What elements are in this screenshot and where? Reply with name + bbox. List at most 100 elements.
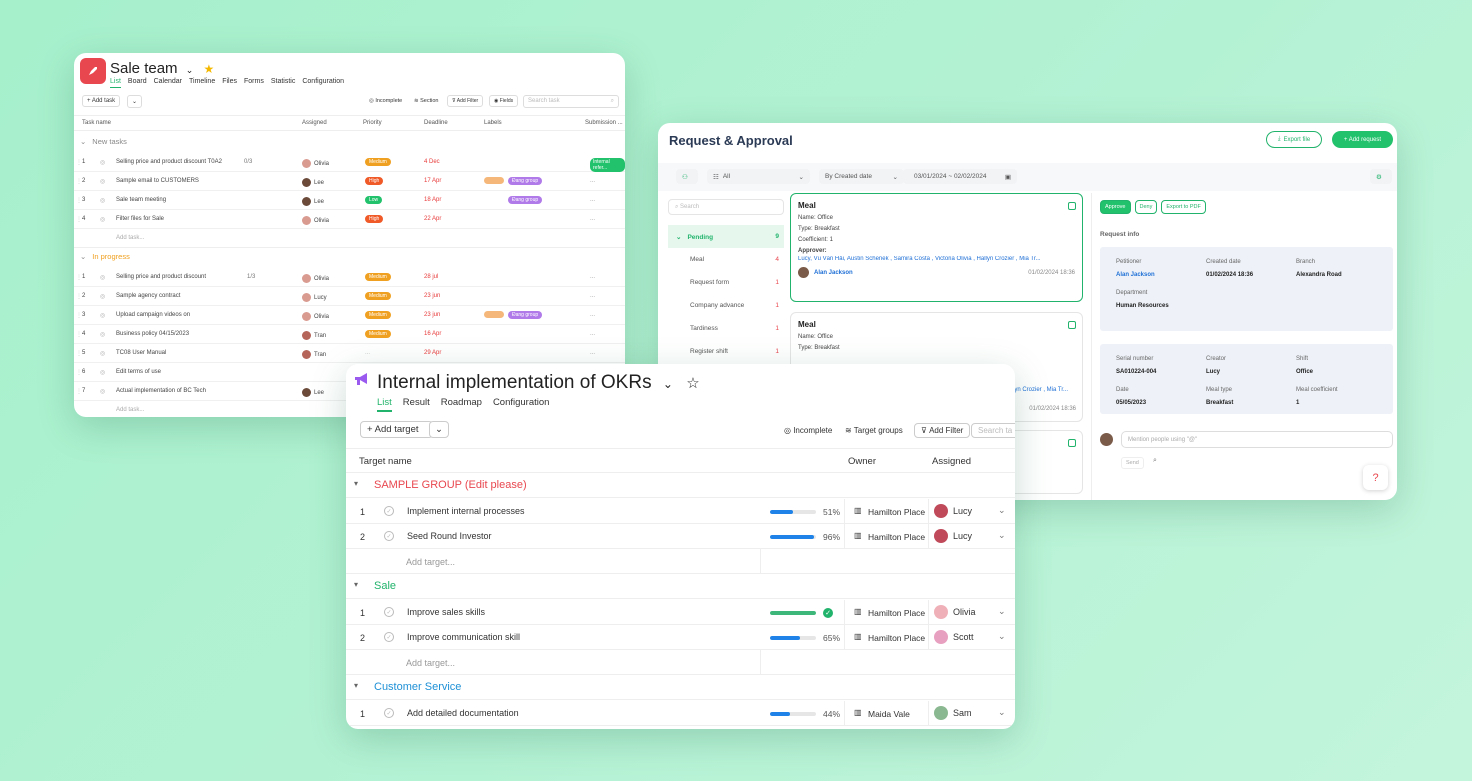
add-target-link[interactable]: Add target... [406, 658, 455, 668]
comment-input[interactable]: Mention people using "@" [1121, 431, 1393, 448]
task-status-icon[interactable]: ◎ [100, 197, 105, 204]
add-target-link[interactable]: Add target... [406, 557, 455, 567]
task-status-icon[interactable]: ◎ [100, 293, 105, 300]
priority-badge[interactable]: High [365, 177, 384, 185]
deadline[interactable]: 22 Apr [424, 216, 441, 222]
submission[interactable]: ... [590, 331, 595, 337]
table-row[interactable]: ⋮ 1 ◎ Selling price and product discount T0… [74, 153, 625, 172]
sidebar-item-pending[interactable]: ⌄ Pending 9 [668, 225, 784, 248]
assignee-name[interactable]: Olivia [953, 607, 976, 617]
search-input[interactable]: ⌕ Search [668, 199, 784, 215]
task-status-icon[interactable]: ◎ [100, 159, 105, 166]
incomplete-filter[interactable]: ◎ Incomplete [369, 98, 402, 104]
table-row[interactable]: ⋮ 5 ◎ TC08 User Manual Tran... 29 Apr... [74, 344, 625, 363]
request-card[interactable]: Meal Name: Office Type: Breakfast Coeffi… [790, 193, 1083, 302]
table-row[interactable]: ⋮ 4 ◎ Business policy 04/15/2023 Tran Medium 1… [74, 325, 625, 344]
col-target-name[interactable]: Target name [359, 456, 412, 467]
assignee[interactable]: Lee [302, 388, 324, 397]
add-task-button[interactable]: + Add task [82, 95, 121, 107]
add-filter-button[interactable]: ⊽ Add Filter [914, 423, 971, 438]
sidebar-item-tardiness[interactable]: Tardiness 1 [668, 317, 784, 340]
add-filter-button[interactable]: ⊽ Add Filter [447, 95, 484, 107]
task-name[interactable]: Selling price and product discount [116, 274, 206, 280]
assignee-name[interactable]: Sam [953, 708, 972, 718]
deadline[interactable]: 23 jun [424, 293, 440, 299]
deadline[interactable]: 28 jul [424, 274, 438, 280]
priority-badge[interactable]: Medium [365, 330, 391, 338]
col-deadline[interactable]: Deadline [424, 120, 448, 126]
date-range-picker[interactable]: 03/01/2024 ~ 02/02/2024 ▣ [903, 169, 1017, 184]
owner-name[interactable]: Hamilton Place [868, 633, 926, 643]
owner-name[interactable]: Hamilton Place [868, 532, 926, 542]
assignee[interactable]: Lucy [302, 293, 327, 302]
task-name[interactable]: Filter files for Sale [116, 216, 164, 222]
add-task-row[interactable]: Add task... [74, 229, 625, 248]
tab-result[interactable]: Result [403, 397, 430, 412]
assignee[interactable]: Tran [302, 350, 326, 359]
assignee-name[interactable]: Lucy [953, 506, 972, 516]
tab-list[interactable]: List [110, 78, 121, 88]
table-row[interactable]: 1 ✓ Improve sales skills ✓ ▥ Hamilton Place Ol… [346, 600, 1015, 625]
attachment-icon[interactable]: ⌕ [1153, 457, 1157, 465]
table-row[interactable]: ⋮ 1 ◎ Selling price and product discount 1/3… [74, 268, 625, 287]
check-circle-icon[interactable]: ✓ [384, 708, 394, 718]
add-target-row[interactable]: Add target... [346, 650, 1015, 675]
sort-select[interactable]: By Created date ⌄ [819, 169, 904, 184]
sidebar-item-register-shift[interactable]: Register shift 1 [668, 340, 784, 363]
deadline[interactable]: 23 jun [424, 312, 440, 318]
owner-name[interactable]: Hamilton Place [868, 507, 926, 517]
sidebar-item-company-advance[interactable]: Company advance 1 [668, 294, 784, 317]
task-name[interactable]: TC08 User Manual [116, 350, 166, 356]
table-row[interactable]: 1 ✓ Implement internal processes 51% ▥ Hamilt… [346, 499, 1015, 524]
deadline[interactable]: 18 Apr [424, 197, 441, 203]
assignee[interactable]: Olivia [302, 159, 329, 168]
label-badge[interactable]: Đang group [508, 196, 543, 204]
assignee[interactable]: Olivia [302, 216, 329, 225]
tab-roadmap[interactable]: Roadmap [441, 397, 482, 412]
label-badge[interactable]: Đang group [508, 177, 543, 185]
task-status-icon[interactable]: ◎ [100, 331, 105, 338]
col-assigned[interactable]: Assigned [932, 456, 971, 467]
assignee[interactable]: Olivia [302, 312, 329, 321]
tab-configuration[interactable]: Configuration [302, 78, 344, 88]
task-name[interactable]: Sample agency contract [116, 293, 180, 299]
submission[interactable]: ... [590, 274, 595, 280]
deadline[interactable]: 17 Apr [424, 178, 441, 184]
task-status-icon[interactable]: ◎ [100, 369, 105, 376]
add-target-dropdown[interactable]: ⌄ [429, 421, 449, 438]
tab-configuration[interactable]: Configuration [493, 397, 550, 412]
assignee-name[interactable]: Scott [953, 632, 974, 642]
petitioner-value[interactable]: Alan Jackson [1116, 272, 1155, 278]
label-badge-small[interactable] [484, 311, 504, 318]
col-task-name[interactable]: Task name [82, 120, 111, 126]
chevron-down-icon[interactable]: ⌄ [663, 377, 673, 391]
submission[interactable]: ... [590, 178, 595, 184]
export-file-button[interactable]: ⤓ Export file [1266, 131, 1322, 148]
add-task-link[interactable]: Add task... [116, 407, 144, 413]
task-name[interactable]: Edit terms of use [116, 369, 161, 375]
section-button[interactable]: ≋ Section [414, 98, 439, 104]
submission[interactable]: ... [590, 293, 595, 299]
task-status-icon[interactable]: ◎ [100, 178, 105, 185]
search-target-input[interactable]: Search ta [971, 423, 1015, 438]
checkbox[interactable] [1068, 202, 1076, 210]
incomplete-filter[interactable]: ◎ Incomplete [784, 426, 832, 435]
table-row[interactable]: ⋮ 3 ◎ Upload campaign videos on Olivia Medium… [74, 306, 625, 325]
task-name[interactable]: Business policy 04/15/2023 [116, 331, 189, 337]
table-row[interactable]: 2 ✓ Seed Round Investor 96% ▥ Hamilton Place L… [346, 524, 1015, 549]
label-badge[interactable]: Đang group [508, 311, 543, 319]
users-filter-icon[interactable]: ⚇ [676, 169, 698, 184]
task-name[interactable]: Selling price and product discount T0A2 [116, 159, 222, 165]
check-circle-icon[interactable]: ✓ [384, 632, 394, 642]
chevron-down-icon[interactable]: ⌄ [998, 530, 1006, 541]
add-task-dropdown[interactable]: ⌄ [127, 95, 143, 108]
card-user[interactable]: Alan Jackson [814, 270, 853, 276]
settings-icon[interactable]: ⚙ [1370, 169, 1392, 184]
check-circle-icon[interactable]: ✓ [384, 506, 394, 516]
table-row[interactable]: ⋮ 4 ◎ Filter files for Sale Olivia High 22 Apr… [74, 210, 625, 229]
send-button[interactable]: Send [1121, 457, 1144, 469]
owner-name[interactable]: Hamilton Place [868, 608, 926, 618]
add-request-button[interactable]: + Add request [1332, 131, 1393, 148]
table-row[interactable]: 2 ✓ Improve communication skill 65% ▥ Hamilto… [346, 625, 1015, 650]
chevron-down-icon[interactable]: ⌄ [186, 65, 194, 75]
